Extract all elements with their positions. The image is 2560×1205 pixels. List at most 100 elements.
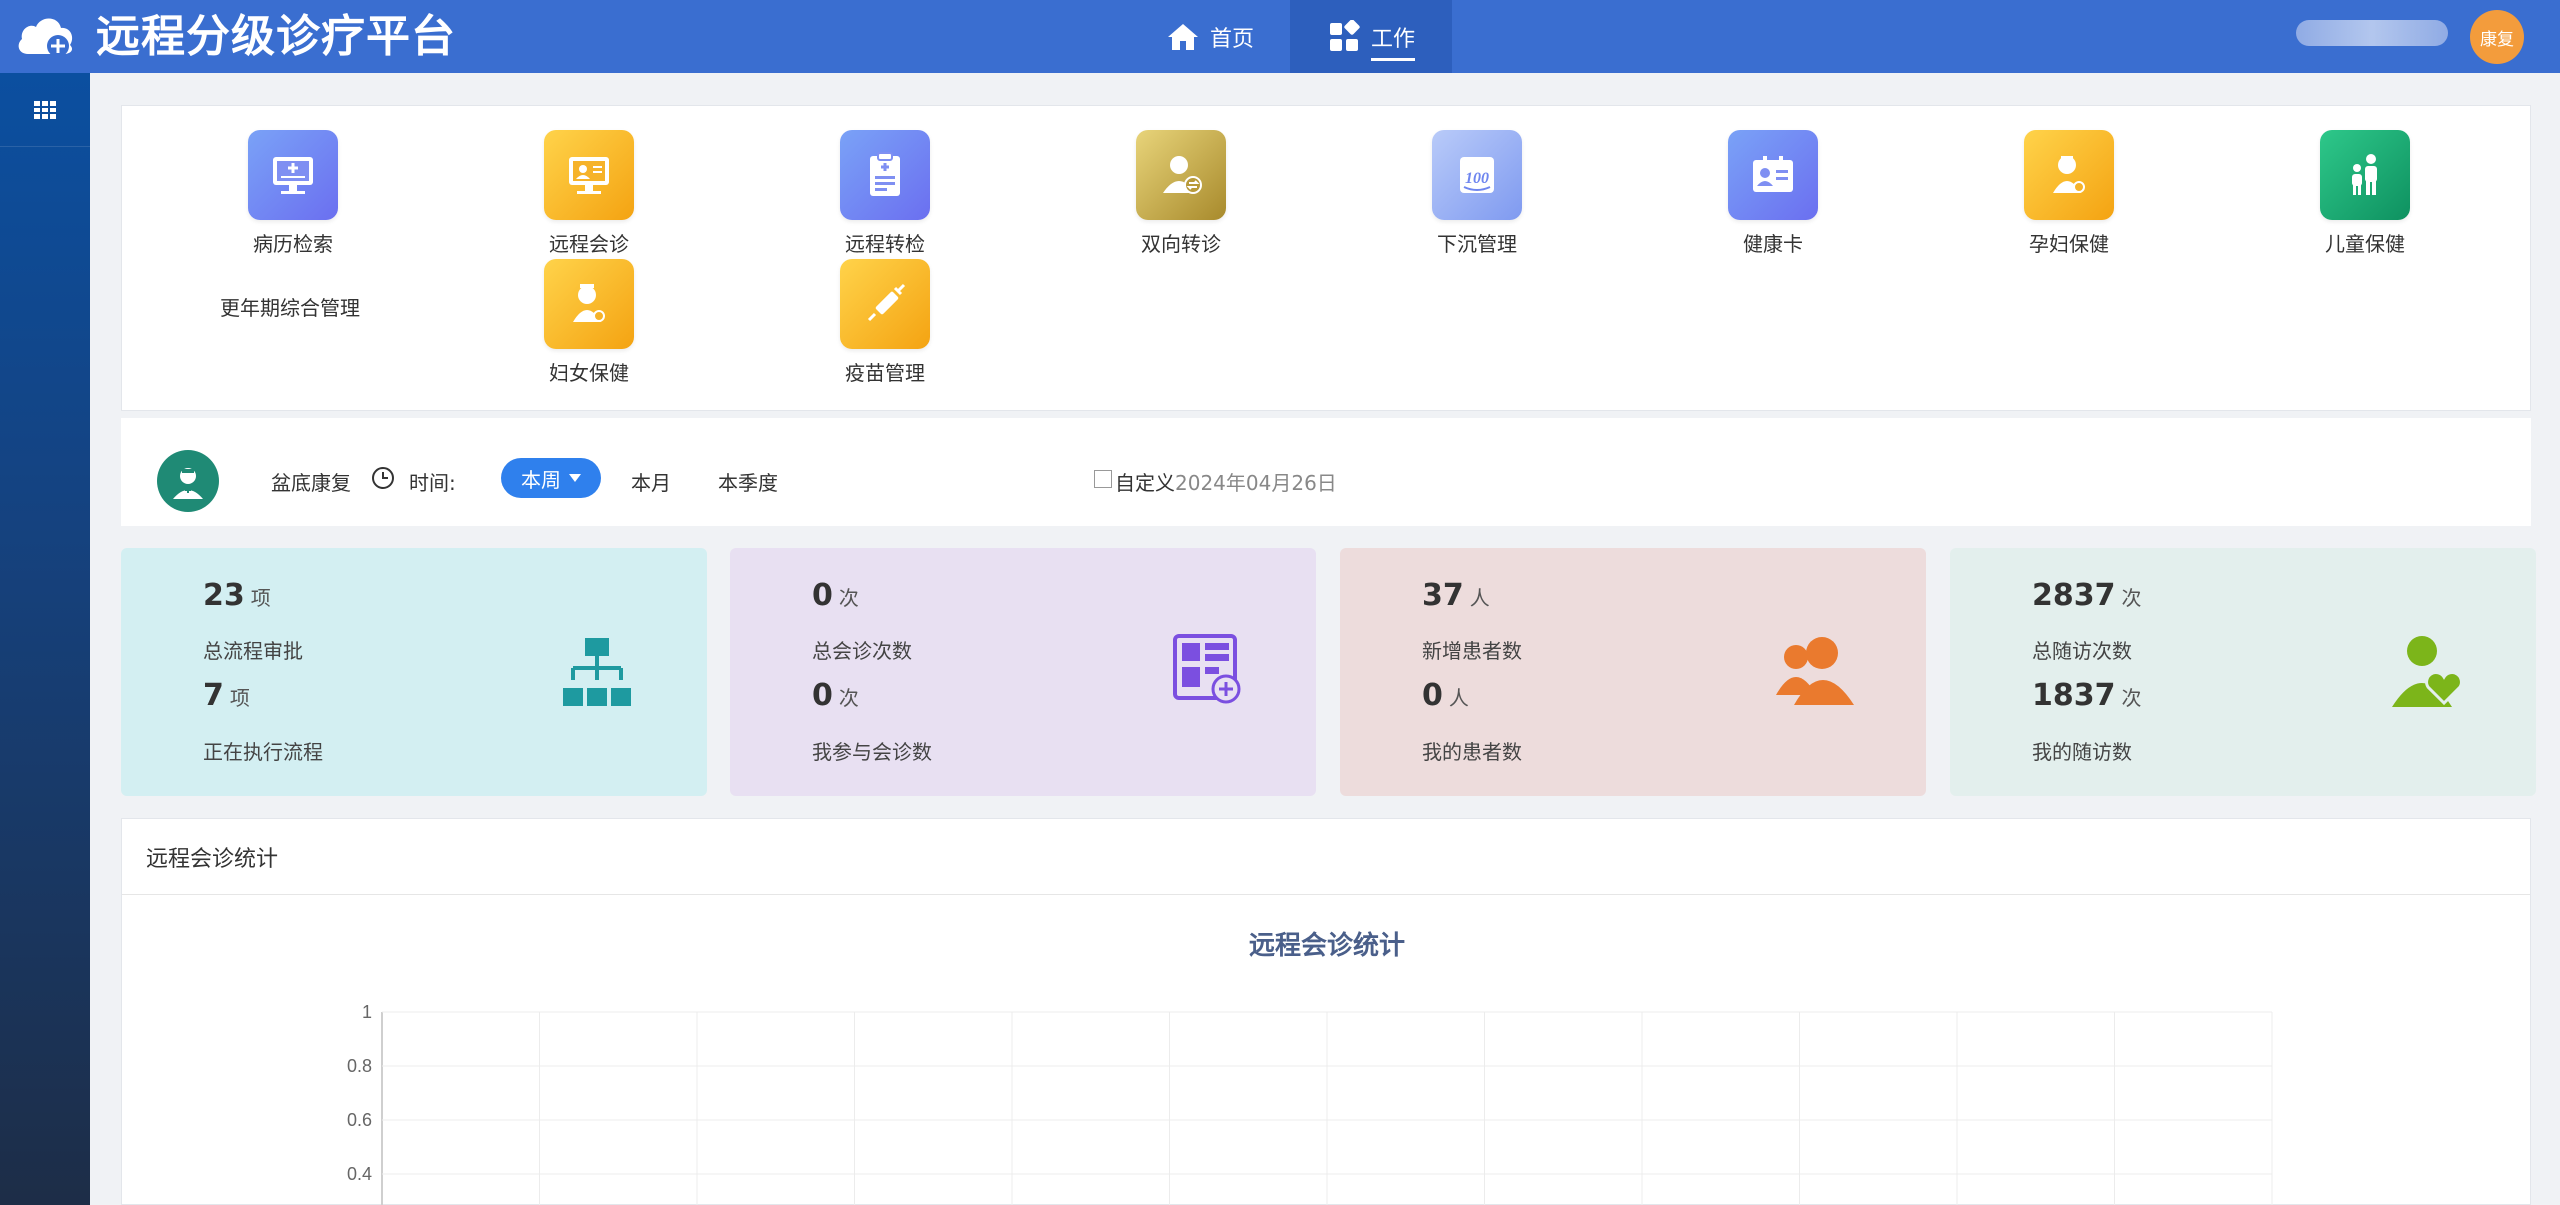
stat-card-follow-up[interactable]: 2837 次 总随访次数 1837 次 我的随访数 <box>1950 548 2536 796</box>
stat-unit: 次 <box>2121 686 2142 710</box>
sidebar-item-apps[interactable] <box>0 73 90 147</box>
stat-label: 新增患者数 <box>1422 639 1522 663</box>
apps-grid-icon <box>34 100 56 119</box>
stat-value: 1837 <box>2032 678 2116 713</box>
app-women-care[interactable]: 妇女保健 <box>489 259 689 386</box>
stat-value: 7 <box>203 678 224 713</box>
stat-value: 23 <box>203 578 245 613</box>
app-label: 疫苗管理 <box>845 361 925 385</box>
chart-panel: 远程会诊统计 远程会诊统计 1 0.8 0.6 0.4 <box>121 818 2531 1205</box>
stat-unit: 项 <box>250 586 271 610</box>
main-nav: 首页 工作 <box>1130 0 1452 73</box>
app-title: 远程分级诊疗平台 <box>96 11 456 62</box>
clock-icon <box>372 467 394 489</box>
two-way-referral-icon <box>1136 130 1226 220</box>
stat-card-consultation[interactable]: 0次 总会诊次数 0次 我参与会诊数 <box>730 548 1316 796</box>
app-two-way-referral[interactable]: 双向转诊 <box>1081 130 1281 257</box>
follow-up-care-icon <box>2392 636 2463 707</box>
quick-apps-panel: 病历检索 远程会诊 远程转检 双向转诊 100 下沉管理 健康卡 孕妇保健 儿童… <box>121 105 2531 411</box>
time-label: 时间: <box>409 471 456 495</box>
app-label: 病历检索 <box>253 232 333 256</box>
consultation-chart[interactable]: 1 0.8 0.6 0.4 <box>122 819 2532 1205</box>
app-medical-record-search[interactable]: 病历检索 <box>193 130 393 257</box>
stat-value: 0 <box>1422 678 1443 713</box>
stat-value: 0 <box>812 578 833 613</box>
app-label: 远程转检 <box>845 232 925 256</box>
nav-work-label: 工作 <box>1370 21 1416 61</box>
stat-card-patients[interactable]: 37 人 新增患者数 0人 我的患者数 <box>1340 548 1926 796</box>
y-tick-label: 0.8 <box>347 1056 372 1076</box>
stat-label: 总会诊次数 <box>812 639 912 663</box>
y-tick-label: 1 <box>362 1002 372 1022</box>
stat-unit: 项 <box>229 686 250 710</box>
app-maternal-care[interactable]: 孕妇保健 <box>1969 130 2169 257</box>
custom-date-label: 自定义2024年04月26日 <box>1115 467 1337 496</box>
y-tick-label: 0.6 <box>347 1110 372 1130</box>
stat-unit: 次 <box>2121 586 2142 610</box>
app-child-care[interactable]: 儿童保健 <box>2265 130 2465 257</box>
stat-label: 总随访次数 <box>2032 639 2132 663</box>
flowchart-icon <box>563 638 631 706</box>
stat-unit: 人 <box>1469 586 1490 610</box>
username-blurred[interactable] <box>2296 20 2448 46</box>
department-name: 盆底康复 <box>271 471 351 495</box>
nav-work[interactable]: 工作 <box>1290 0 1452 73</box>
app-label: 下沉管理 <box>1437 232 1517 256</box>
women-care-icon <box>544 259 634 349</box>
user-avatar[interactable]: 康复 <box>2470 10 2524 64</box>
app-label: 孕妇保健 <box>2029 232 2109 256</box>
app-vaccine-management[interactable]: 疫苗管理 <box>785 259 985 386</box>
app-remote-referral-check[interactable]: 远程转检 <box>785 130 985 257</box>
period-select-value: 本周 <box>521 467 561 492</box>
filter-bar: 盆底康复 时间: 本周 本月 本季度 自定义2024年04月26日 <box>121 418 2531 526</box>
maternal-care-icon <box>2024 130 2114 220</box>
doctor-avatar-icon <box>157 450 219 512</box>
custom-date-value[interactable]: 2024年04月26日 <box>1175 471 1337 495</box>
app-label: 双向转诊 <box>1141 232 1221 256</box>
app-label: 儿童保健 <box>2325 232 2405 256</box>
app-remote-consultation[interactable]: 远程会诊 <box>489 130 689 257</box>
period-select[interactable]: 本周 <box>501 458 601 498</box>
app-label: 健康卡 <box>1743 232 1803 256</box>
stat-value: 2837 <box>2032 578 2116 613</box>
patients-icon <box>1776 637 1854 705</box>
stat-value: 0 <box>812 678 833 713</box>
home-icon <box>1167 23 1198 50</box>
stat-unit: 次 <box>838 686 859 710</box>
medical-record-search-icon <box>248 130 338 220</box>
stat-label: 我的患者数 <box>1422 740 1522 764</box>
custom-label-text: 自定义 <box>1115 471 1175 495</box>
health-card-icon <box>1728 130 1818 220</box>
stat-label: 正在执行流程 <box>203 740 323 764</box>
remote-consultation-icon <box>544 130 634 220</box>
period-month[interactable]: 本月 <box>631 467 671 496</box>
app-label: 妇女保健 <box>549 361 629 385</box>
nav-home-label: 首页 <box>1209 26 1254 52</box>
svg-text:100: 100 <box>1465 170 1489 187</box>
app-label: 远程会诊 <box>549 232 629 256</box>
app-sinking-management[interactable]: 100 下沉管理 <box>1377 130 1577 257</box>
dashboard-grid-icon <box>1329 19 1360 51</box>
stat-unit: 人 <box>1448 686 1469 710</box>
period-quarter[interactable]: 本季度 <box>718 467 778 496</box>
stat-label: 我的随访数 <box>2032 740 2132 764</box>
app-menopause-management[interactable]: 更年期综合管理 <box>220 292 360 321</box>
nav-home[interactable]: 首页 <box>1130 0 1290 73</box>
stat-label: 总流程审批 <box>203 639 303 663</box>
top-bar: 远程分级诊疗平台 首页 工作 康复 <box>0 0 2560 73</box>
y-tick-label: 0.4 <box>347 1164 372 1184</box>
cloud-upload-icon[interactable] <box>14 10 76 60</box>
caret-down-icon <box>569 474 581 482</box>
vaccine-icon <box>840 259 930 349</box>
sidebar <box>0 73 90 1205</box>
stat-unit: 次 <box>838 586 859 610</box>
remote-referral-check-icon <box>840 130 930 220</box>
custom-date-checkbox[interactable] <box>1094 470 1112 488</box>
stat-value: 37 <box>1422 578 1464 613</box>
app-health-card[interactable]: 健康卡 <box>1673 130 1873 257</box>
stat-label: 我参与会诊数 <box>812 740 932 764</box>
stat-card-process[interactable]: 23 项 总流程审批 7项 正在执行流程 <box>121 548 707 796</box>
sinking-management-icon: 100 <box>1432 130 1522 220</box>
add-consultation-icon <box>1173 634 1241 704</box>
child-care-icon <box>2320 130 2410 220</box>
